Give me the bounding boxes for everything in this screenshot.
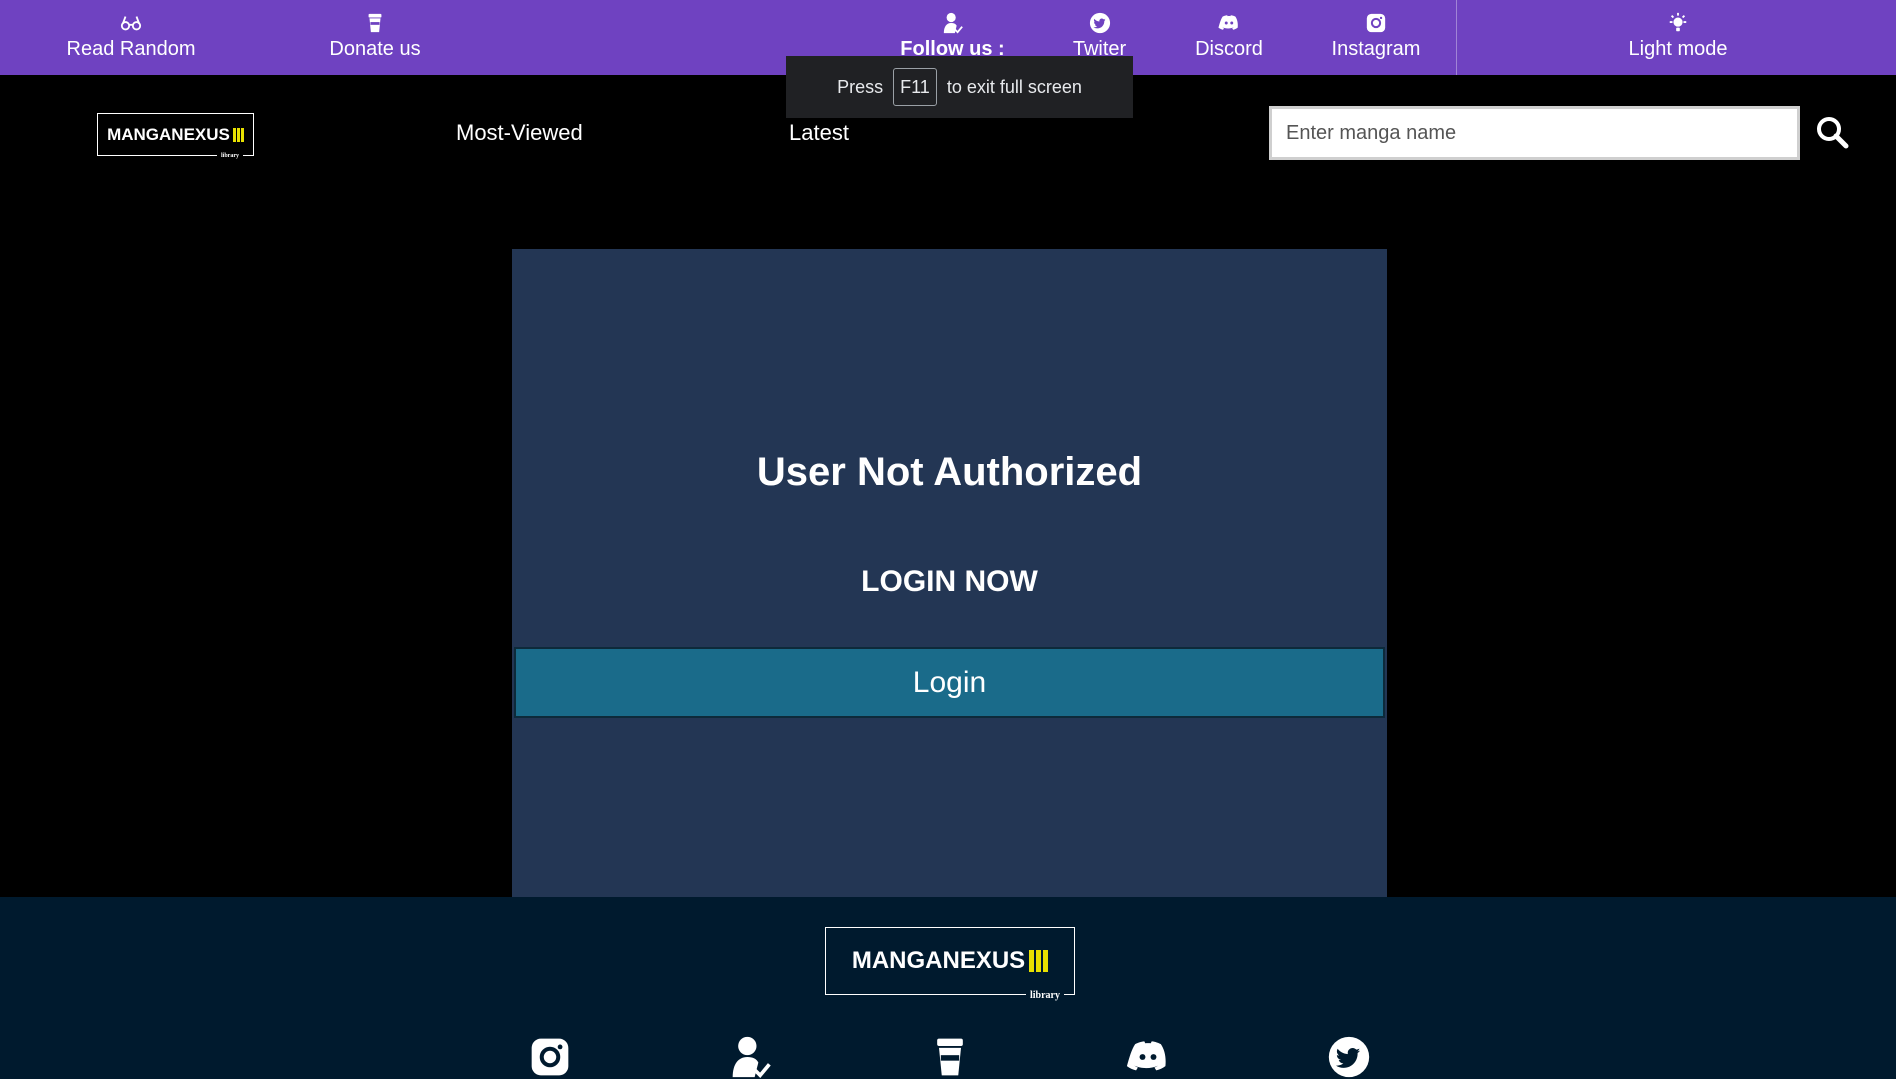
footer: MANGANEXUS library [0,897,1896,1079]
nav-latest[interactable]: Latest [789,120,849,146]
footer-follow-link[interactable] [729,1035,773,1079]
twitter-icon [1068,12,1131,36]
footer-logo-sub: library [1026,990,1064,1001]
donate-link[interactable]: Donate us [325,12,425,62]
search-input[interactable] [1269,106,1800,160]
fullscreen-toast: Press F11 to exit full screen [786,56,1133,118]
footer-twitter-link[interactable] [1327,1035,1371,1079]
search-icon [1817,117,1849,149]
read-random-label: Read Random [66,38,196,60]
discord-icon [1126,1041,1166,1071]
lightbulb-icon [1625,12,1731,36]
search-button[interactable] [1815,115,1849,149]
discord-icon [1190,12,1268,36]
footer-logo-bars [1027,950,1049,972]
twitter-icon [1328,1036,1370,1078]
cup-icon [937,1038,963,1076]
instagram-icon [1329,12,1423,36]
light-mode-label: Light mode [1628,38,1728,60]
footer-donate-link[interactable] [928,1035,972,1079]
glasses-icon [66,12,196,36]
site-logo[interactable]: MANGANEXUS library [97,113,254,159]
twitter-link[interactable]: Twiter [1068,12,1131,62]
page-title: User Not Authorized [756,450,1143,494]
auth-card: User Not Authorized LOGIN NOW Login [512,249,1387,897]
donate-label: Donate us [329,38,421,60]
footer-discord-link[interactable] [1126,1035,1170,1079]
discord-label: Discord [1195,38,1263,60]
login-prompt: LOGIN NOW [861,565,1038,598]
light-mode-toggle[interactable]: Light mode [1625,12,1731,62]
toast-press: Press [837,76,884,97]
discord-link[interactable]: Discord [1190,12,1268,62]
user-check-icon [895,12,1010,36]
toast-key: F11 [893,68,937,106]
login-button[interactable]: Login [514,647,1385,718]
footer-instagram-link[interactable] [528,1035,572,1079]
logo-bars [232,127,244,142]
nav-most-viewed[interactable]: Most-Viewed [456,120,583,146]
instagram-label: Instagram [1331,38,1421,60]
toast-message: to exit full screen [946,76,1082,97]
logo-text: MANGANEXUS [107,124,230,144]
cup-icon [325,12,425,36]
instagram-icon [531,1038,569,1076]
footer-logo[interactable]: MANGANEXUS library [825,927,1075,1001]
logo-sub: library [217,153,243,159]
read-random-link[interactable]: Read Random [66,12,196,62]
topbar-divider [1456,0,1457,75]
footer-logo-text: MANGANEXUS [851,947,1026,974]
user-check-icon [732,1036,771,1079]
follow-us: Follow us : [895,12,1010,62]
instagram-link[interactable]: Instagram [1329,12,1423,62]
